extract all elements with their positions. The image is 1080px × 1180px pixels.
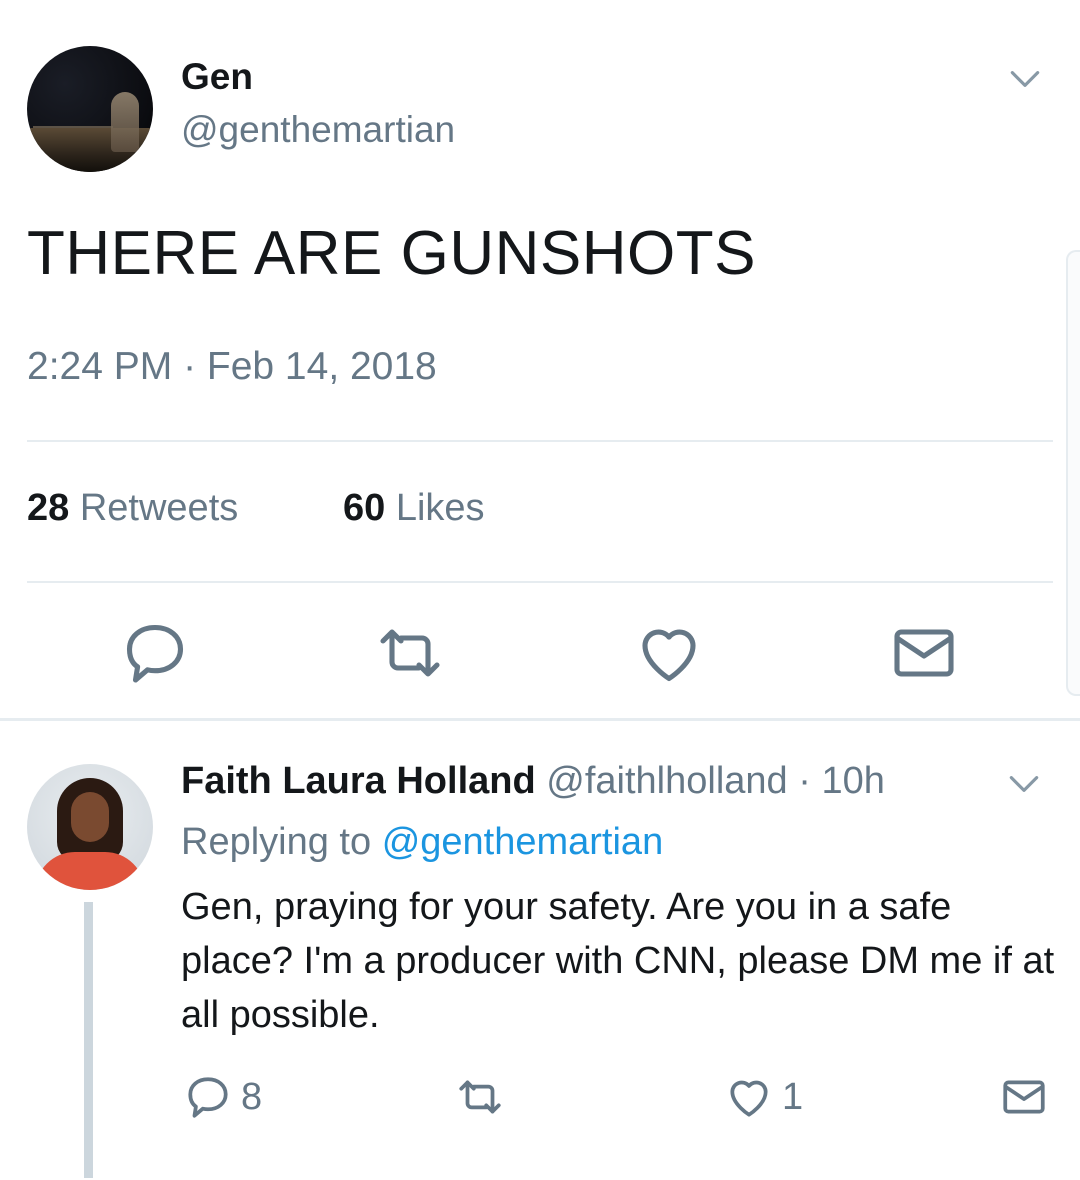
reply-reply-button[interactable]: 8 [183,1072,262,1122]
replying-to: Replying to @genthemartian [181,821,663,864]
section-divider [0,718,1080,721]
envelope-icon [1003,1080,1045,1114]
dm-button[interactable] [888,617,960,689]
retweet-icon [459,1080,501,1114]
reply-count: 8 [241,1075,263,1118]
reply-header: Faith Laura Holland @faithlholland · 10h [181,760,885,803]
separator: · [798,760,811,802]
likes-stat[interactable]: 60 Likes [343,487,485,530]
heart-icon [642,629,696,682]
reply-button[interactable] [119,617,191,689]
retweet-icon [380,629,440,677]
reply-retweet-button[interactable] [455,1072,505,1122]
author-handle[interactable]: @genthemartian [181,109,455,151]
reply-time[interactable]: 10h [821,760,884,802]
retweets-count: 28 [27,487,70,529]
chevron-down-icon[interactable] [1005,765,1043,803]
divider [27,581,1053,583]
reply-icon [188,1077,228,1118]
retweets-label: Retweets [79,487,239,529]
retweet-button[interactable] [374,617,446,689]
like-button[interactable] [633,617,705,689]
heart-icon [730,1080,768,1117]
likes-label: Likes [395,487,485,529]
reply-author-handle[interactable]: @faithlholland [546,760,787,802]
author-avatar[interactable] [27,46,153,172]
scrollbar[interactable] [1066,250,1080,696]
reply-dm-button[interactable] [999,1072,1049,1122]
chevron-down-icon[interactable] [1006,60,1044,98]
retweets-stat[interactable]: 28 Retweets [27,487,238,530]
author-name[interactable]: Gen [181,56,253,98]
reply-text: Gen, praying for your safety. Are you in… [181,886,1055,1036]
replying-to-label: Replying to [181,821,372,863]
thread-line [84,902,93,1178]
tweet-text: THERE ARE GUNSHOTS [27,219,756,288]
envelope-icon [894,629,954,677]
like-count: 1 [782,1075,804,1118]
reply-author-name[interactable]: Faith Laura Holland [181,760,536,802]
reply-icon [126,624,184,683]
reply-like-button[interactable]: 1 [724,1072,803,1122]
likes-count: 60 [343,487,386,529]
replying-to-handle[interactable]: @genthemartian [382,821,664,863]
divider [27,440,1053,442]
reply-author-avatar[interactable] [27,764,153,890]
tweet-timestamp[interactable]: 2:24 PM · Feb 14, 2018 [27,345,437,389]
